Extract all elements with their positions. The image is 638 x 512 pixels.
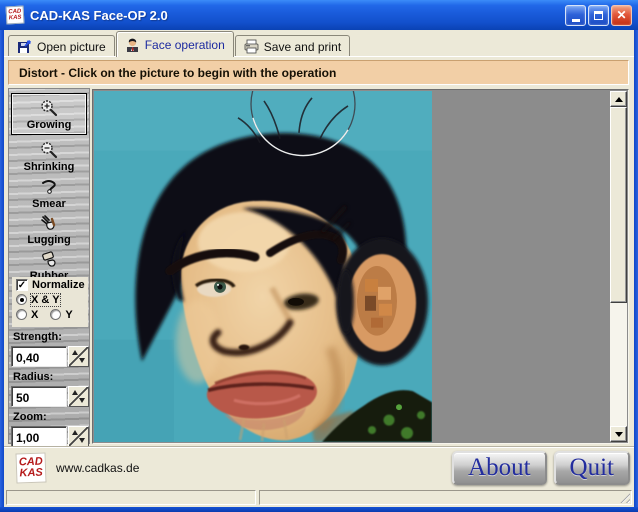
scroll-down-button[interactable]	[610, 426, 627, 442]
tool-growing-button[interactable]: Growing	[11, 93, 87, 135]
window-border-left	[0, 0, 4, 512]
bottom-bar: CAD KAS www.cadkas.de About Quit	[4, 446, 634, 488]
printer-icon	[244, 39, 259, 54]
option-group: ✓ Normalize X & Y X Y	[12, 277, 88, 327]
status-panel-right	[259, 490, 632, 505]
magnifier-minus-icon	[39, 140, 59, 160]
spin-down-icon	[79, 438, 85, 443]
axis-xy-label: X & Y	[31, 294, 60, 306]
scrollbar-thumb[interactable]	[610, 107, 627, 303]
logo-text-line: KAS	[19, 467, 43, 479]
close-button[interactable]: ✕	[611, 5, 632, 26]
smear-brush-icon	[39, 177, 59, 197]
eraser-hand-icon	[39, 249, 59, 269]
resize-grip-icon[interactable]	[618, 491, 630, 503]
status-panel-left	[6, 490, 256, 505]
zoom-label: Zoom:	[13, 411, 47, 423]
website-label: www.cadkas.de	[56, 461, 452, 475]
tool-smear-button[interactable]: Smear	[11, 175, 87, 211]
check-icon: ✓	[18, 280, 26, 291]
tool-label: Smear	[32, 198, 66, 211]
scroll-up-button[interactable]	[610, 91, 627, 107]
normalize-label: Normalize	[32, 279, 85, 291]
tab-open-picture[interactable]: Open picture	[8, 35, 115, 57]
window-border-bottom	[0, 507, 638, 512]
spin-up-icon	[72, 390, 78, 395]
window-border-right	[634, 0, 638, 512]
face-photo[interactable]	[94, 91, 432, 442]
canvas-empty-area	[432, 91, 610, 442]
close-icon: ✕	[616, 9, 626, 21]
logo-text-line: KAS	[9, 15, 22, 22]
spin-up-icon	[72, 430, 78, 435]
radio-dot	[20, 298, 24, 302]
radio-x[interactable]	[16, 309, 27, 320]
maximize-icon	[594, 11, 603, 20]
radius-spinner[interactable]	[68, 386, 89, 407]
maximize-button[interactable]	[588, 5, 609, 26]
titlebar: CAD KAS CAD-KAS Face-OP 2.0 ✕	[0, 0, 638, 30]
normalize-checkbox[interactable]: ✓	[16, 279, 28, 291]
quit-button[interactable]: Quit	[554, 451, 630, 485]
tool-label: Lugging	[27, 234, 70, 247]
scroll-down-icon	[615, 432, 623, 437]
floppy-disk-icon	[17, 39, 32, 54]
strength-input[interactable]	[11, 346, 67, 367]
zoom-spinner[interactable]	[68, 426, 89, 447]
dragging-hand-icon	[39, 213, 59, 233]
cadkas-logo: CAD KAS	[15, 452, 46, 483]
tab-label: Face operation	[145, 38, 225, 52]
minimize-icon	[572, 19, 580, 22]
magnifier-plus-icon	[39, 98, 59, 118]
status-bar	[4, 488, 634, 507]
zoom-input[interactable]	[11, 426, 67, 447]
strength-label: Strength:	[13, 331, 62, 343]
instruction-banner: Distort - Click on the picture to begin …	[8, 60, 629, 85]
axis-x-y-row: X Y	[12, 307, 88, 322]
axis-xy-row: X & Y	[12, 292, 88, 307]
axis-x-label: X	[31, 309, 38, 321]
spin-down-icon	[79, 358, 85, 363]
tool-lugging-button[interactable]: Lugging	[11, 211, 87, 247]
tool-shrinking-button[interactable]: Shrinking	[11, 138, 87, 174]
window-title: CAD-KAS Face-OP 2.0	[30, 8, 563, 23]
axis-y-label: Y	[65, 309, 72, 321]
distorted-face-image	[94, 91, 432, 442]
tool-label: Shrinking	[24, 161, 75, 174]
radio-y[interactable]	[50, 309, 61, 320]
scrollbar-track[interactable]	[610, 303, 627, 426]
tab-face-operation[interactable]: Face operation	[116, 31, 234, 57]
face-icon	[125, 37, 140, 52]
strength-spinner[interactable]	[68, 346, 89, 367]
tool-panel: Growing Shrinking Smear Lugging	[8, 88, 90, 444]
tab-bar: Open picture Face operation Save and pri…	[4, 30, 634, 57]
app-logo-icon: CAD KAS	[6, 6, 25, 25]
radius-label: Radius:	[13, 371, 53, 383]
instruction-text: Distort - Click on the picture to begin …	[19, 66, 336, 80]
app-window: CAD KAS CAD-KAS Face-OP 2.0 ✕ Open pictu…	[0, 0, 638, 512]
tab-label: Open picture	[37, 40, 106, 54]
tool-label: Growing	[27, 119, 72, 132]
about-button[interactable]: About	[452, 451, 547, 485]
tab-save-and-print[interactable]: Save and print	[235, 35, 350, 57]
vertical-scrollbar[interactable]	[610, 91, 627, 442]
radio-x-and-y[interactable]	[16, 294, 27, 305]
picture-canvas	[92, 89, 629, 444]
scroll-up-icon	[615, 97, 623, 102]
tab-label: Save and print	[264, 40, 341, 54]
minimize-button[interactable]	[565, 5, 586, 26]
radius-input[interactable]	[11, 386, 67, 407]
spin-up-icon	[72, 350, 78, 355]
normalize-row: ✓ Normalize	[12, 277, 88, 292]
spin-down-icon	[79, 398, 85, 403]
